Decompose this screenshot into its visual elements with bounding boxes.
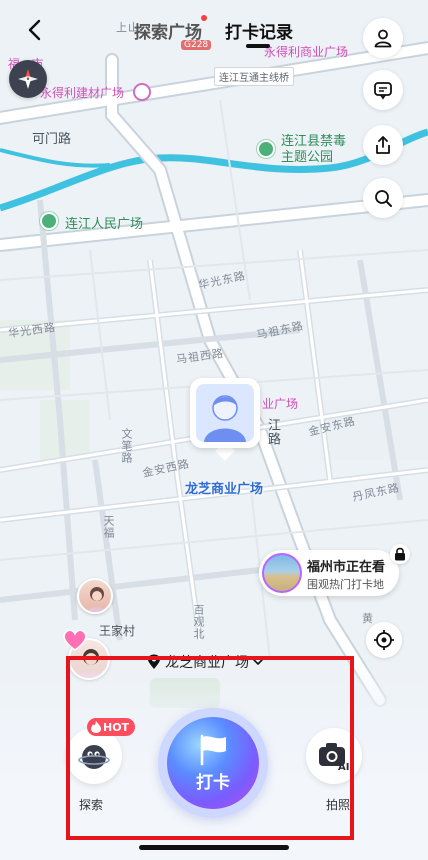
search-button[interactable] — [363, 178, 403, 218]
park-pin-icon — [40, 212, 58, 230]
map-label: 文笔路 — [120, 428, 133, 464]
notification-dot — [201, 15, 207, 21]
place-name-label[interactable]: 龙芝商业广场 — [185, 478, 263, 497]
home-indicator — [139, 845, 289, 850]
park-pin-icon — [257, 140, 275, 158]
place-avatar — [190, 378, 260, 448]
city-trending-card[interactable]: 福州市正在看 围观热门打卡地 — [259, 550, 399, 596]
checkin-label: 打卡 — [196, 772, 230, 793]
map-label: 连江人民广场 — [65, 217, 144, 232]
lock-button[interactable] — [390, 544, 410, 564]
map-label: 黄 — [362, 612, 374, 625]
heart-icon — [63, 629, 87, 651]
map-label: 连江互通主线桥 — [214, 67, 294, 86]
tab-explore[interactable]: 探索广场 — [134, 18, 202, 43]
message-button[interactable] — [363, 70, 403, 110]
location-selector[interactable]: 龙芝商业广场 — [147, 650, 263, 674]
photo-button[interactable]: AI — [306, 728, 362, 784]
search-icon — [375, 190, 392, 207]
share-button[interactable] — [363, 125, 403, 165]
profile-button[interactable] — [363, 18, 403, 58]
city-card-subtitle: 围观热门打卡地 — [307, 578, 384, 591]
map-label: 天福 — [102, 515, 115, 539]
hot-badge-text: HOT — [103, 720, 130, 734]
compass-icon — [18, 69, 38, 89]
flame-icon — [91, 721, 101, 733]
location-text: 龙芝商业广场 — [165, 655, 249, 671]
locate-button[interactable] — [366, 622, 402, 658]
explore-label: 探索 — [79, 798, 104, 812]
poi-pin-icon — [133, 83, 151, 101]
user-icon — [374, 29, 392, 48]
hot-badge: HOT — [87, 718, 136, 736]
checkin-button-core: 打卡 — [167, 717, 259, 809]
user-avatar[interactable] — [77, 578, 113, 614]
map-label: 王家村 — [99, 624, 136, 638]
explore-button[interactable] — [66, 728, 122, 784]
back-button[interactable] — [18, 14, 50, 46]
ai-badge: AI — [338, 762, 349, 771]
map-label: 百观北 — [192, 604, 205, 640]
active-tab-indicator — [246, 44, 270, 48]
camera-icon: AI — [319, 743, 349, 771]
share-icon — [376, 136, 390, 154]
city-card-title: 福州市正在看 — [307, 560, 386, 575]
chevron-down-icon — [253, 659, 263, 666]
map-label: 可门路 — [32, 132, 72, 147]
locate-icon — [374, 630, 394, 650]
place-marker[interactable] — [190, 378, 260, 461]
map-label: 江路 — [265, 418, 280, 446]
flag-icon — [200, 734, 226, 765]
chevron-left-icon — [28, 19, 41, 41]
map-label: 业广场 — [262, 397, 299, 411]
checkin-button[interactable]: 打卡 — [158, 708, 268, 818]
photo-label: 拍照 — [326, 798, 351, 812]
message-icon — [374, 82, 392, 100]
tab-checkin-record[interactable]: 打卡记录 — [225, 18, 293, 43]
planet-icon — [78, 745, 110, 769]
map-label: 永得利建材广场 — [40, 86, 125, 100]
map-label: 连江县禁毒 主题公园 — [281, 134, 347, 165]
lock-icon — [395, 547, 405, 561]
city-thumbnail — [262, 553, 302, 593]
compass-button[interactable] — [9, 60, 47, 98]
default-avatar-icon — [196, 384, 254, 442]
map-pin-icon — [148, 654, 160, 669]
